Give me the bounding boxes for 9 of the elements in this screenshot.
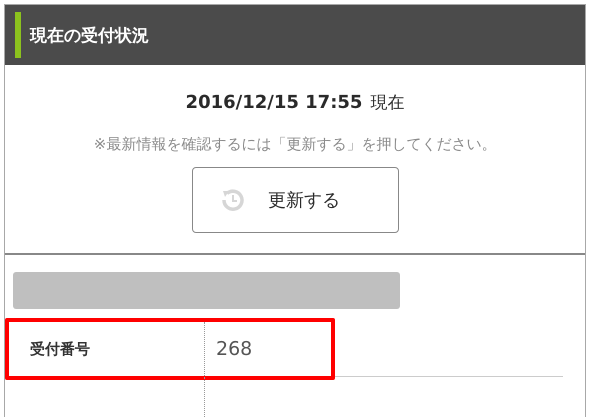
timestamp: 2016/12/15 17:55 (186, 92, 362, 113)
history-icon (220, 187, 246, 213)
timestamp-suffix: 現在 (370, 92, 404, 114)
refresh-button[interactable]: 更新する (192, 167, 398, 233)
row-label: 受付番号 (13, 322, 205, 376)
refresh-note: ※最新情報を確認するには「更新する」を押してください。 (94, 135, 496, 154)
row-value: 268 (215, 338, 252, 360)
panel-title: 現在の受付状況 (30, 24, 149, 46)
accent-bar (15, 12, 21, 58)
